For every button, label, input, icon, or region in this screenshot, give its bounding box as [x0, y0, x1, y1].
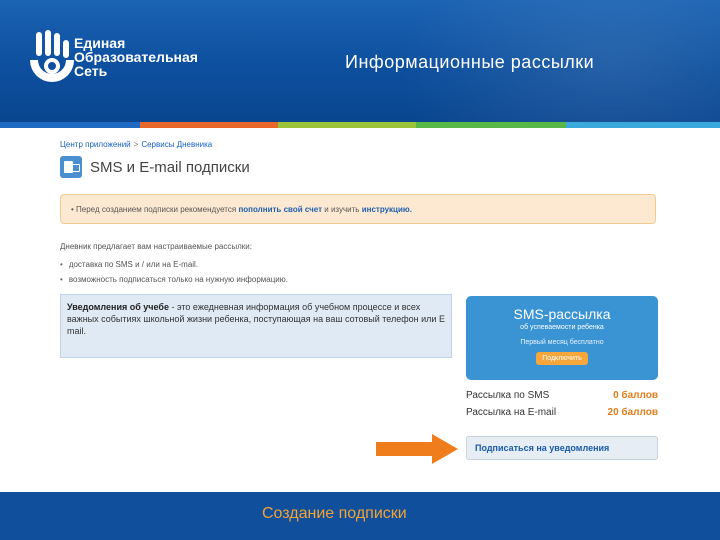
sms-card-title: SMS-рассылка — [513, 306, 611, 322]
page-header: SMS и E-mail подписки — [60, 156, 250, 178]
info-box-title: Уведомления об учебе — [67, 302, 169, 312]
arrow-right-icon — [376, 434, 458, 464]
sms-card-free: Первый месяц бесплатно — [520, 339, 604, 346]
price-row: Рассылка на E-mail 20 баллов — [466, 407, 658, 418]
notice-text-middle: и изучить — [324, 205, 360, 214]
page-title: SMS и E-mail подписки — [90, 158, 250, 176]
breadcrumb-link-services[interactable]: Сервисы Дневника — [141, 140, 212, 149]
sms-card: SMS-рассылка об успеваемости ребенка Пер… — [466, 296, 658, 380]
connect-button[interactable]: Подключить — [536, 352, 588, 365]
notice-banner: • Перед созданием подписки рекомендуется… — [60, 194, 656, 224]
price-value: 0 баллов — [613, 390, 658, 401]
header-banner: Единая Образовательная Сеть Информационн… — [0, 0, 720, 122]
sms-card-subtitle: об успеваемости ребенка — [520, 324, 604, 331]
notice-link-topup[interactable]: пополнить свой счет — [238, 205, 322, 214]
intro-text: Дневник предлагает вам настраиваемые рас… — [60, 242, 252, 251]
hand-logo-icon — [30, 30, 74, 82]
breadcrumb: Центр приложений > Сервисы Дневника — [60, 140, 212, 149]
screenshot-panel: Центр приложений > Сервисы Дневника SMS и … — [50, 128, 670, 492]
footer-caption: Создание подписки — [262, 505, 407, 522]
price-label: Рассылка по SMS — [466, 390, 550, 401]
subscribe-notifications-button[interactable]: Подписаться на уведомления — [466, 436, 658, 460]
price-list: Рассылка по SMS 0 баллов Рассылка на E-m… — [466, 384, 658, 418]
breadcrumb-separator: > — [133, 140, 139, 149]
subscriptions-icon — [60, 156, 82, 178]
info-box: Уведомления об учебе - это ежедневная ин… — [60, 294, 452, 358]
breadcrumb-link-apps[interactable]: Центр приложений — [60, 140, 131, 149]
list-item: возможность подписаться только на нужную… — [60, 275, 288, 284]
price-row: Рассылка по SMS 0 баллов — [466, 390, 658, 401]
notice-text: • Перед созданием подписки рекомендуется — [71, 205, 237, 214]
notice-link-instruction[interactable]: инструкцию. — [362, 205, 412, 214]
price-label: Рассылка на E-mail — [466, 407, 557, 418]
list-item: доставка по SMS и / или на E-mail. — [60, 260, 288, 269]
logo-wordmark: Единая Образовательная Сеть — [74, 35, 198, 79]
slide-title: Информационные рассылки — [345, 52, 595, 72]
price-value: 20 баллов — [607, 407, 658, 418]
feature-list: доставка по SMS и / или на E-mail. возмо… — [60, 260, 288, 290]
